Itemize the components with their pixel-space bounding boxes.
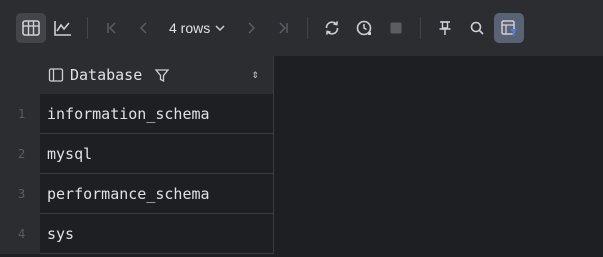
column-header-label: Database	[70, 66, 143, 84]
row-number: 3	[0, 174, 40, 214]
column-header-database[interactable]: Database ⇕	[40, 56, 274, 94]
search-icon	[470, 21, 484, 35]
first-page-icon	[107, 22, 116, 34]
row-number: 4	[0, 214, 40, 254]
next-page-icon	[248, 22, 256, 34]
refresh-button[interactable]	[317, 13, 347, 43]
table-cell[interactable]: mysql	[40, 134, 274, 174]
row-number: 1	[0, 94, 40, 134]
toolbar-divider	[420, 17, 422, 39]
first-page-button[interactable]	[97, 13, 127, 43]
table-row[interactable]: 2 mysql	[0, 134, 275, 174]
chevron-down-icon	[215, 25, 225, 32]
last-page-button[interactable]	[268, 13, 298, 43]
filter-icon[interactable]	[154, 67, 170, 83]
refresh-icon	[325, 21, 339, 35]
history-button[interactable]	[349, 13, 379, 43]
header-row: Database ⇕	[0, 56, 603, 94]
filter-panel-button[interactable]	[494, 13, 525, 43]
next-page-button[interactable]	[236, 13, 266, 43]
table-row[interactable]: 3 performance_schema	[0, 174, 275, 214]
table-row[interactable]: 4 sys	[0, 214, 275, 254]
row-number-header	[0, 56, 40, 94]
previous-page-button[interactable]	[129, 13, 159, 43]
table-cell[interactable]: performance_schema	[40, 174, 274, 214]
sort-icon[interactable]: ⇕	[252, 67, 259, 81]
result-toolbar: 4 rows	[0, 0, 603, 56]
rows-count-label: 4 rows	[169, 20, 211, 36]
toolbar-divider	[87, 17, 88, 39]
table-row[interactable]: 1 information_schema	[0, 94, 275, 134]
pin-icon	[439, 21, 451, 35]
history-icon	[356, 20, 372, 36]
column-type-icon	[48, 68, 64, 82]
filter-panel-icon	[501, 20, 518, 36]
stop-icon	[390, 22, 402, 34]
result-grid: Database ⇕ 1 information_schema 2 mysql …	[0, 56, 603, 257]
rows-selector[interactable]: 4 rows	[161, 14, 234, 42]
last-page-icon	[279, 22, 288, 34]
chart-view-icon	[54, 21, 71, 36]
pin-button[interactable]	[430, 13, 460, 43]
table-view-button[interactable]	[16, 13, 46, 43]
toolbar-divider	[307, 17, 309, 39]
search-button[interactable]	[462, 13, 492, 43]
table-view-icon	[22, 20, 40, 36]
chart-view-button[interactable]	[48, 13, 78, 43]
row-number: 2	[0, 134, 40, 174]
table-cell[interactable]: sys	[40, 214, 274, 254]
stop-button[interactable]	[381, 13, 411, 43]
table-cell[interactable]: information_schema	[40, 94, 274, 134]
previous-page-icon	[139, 22, 147, 34]
